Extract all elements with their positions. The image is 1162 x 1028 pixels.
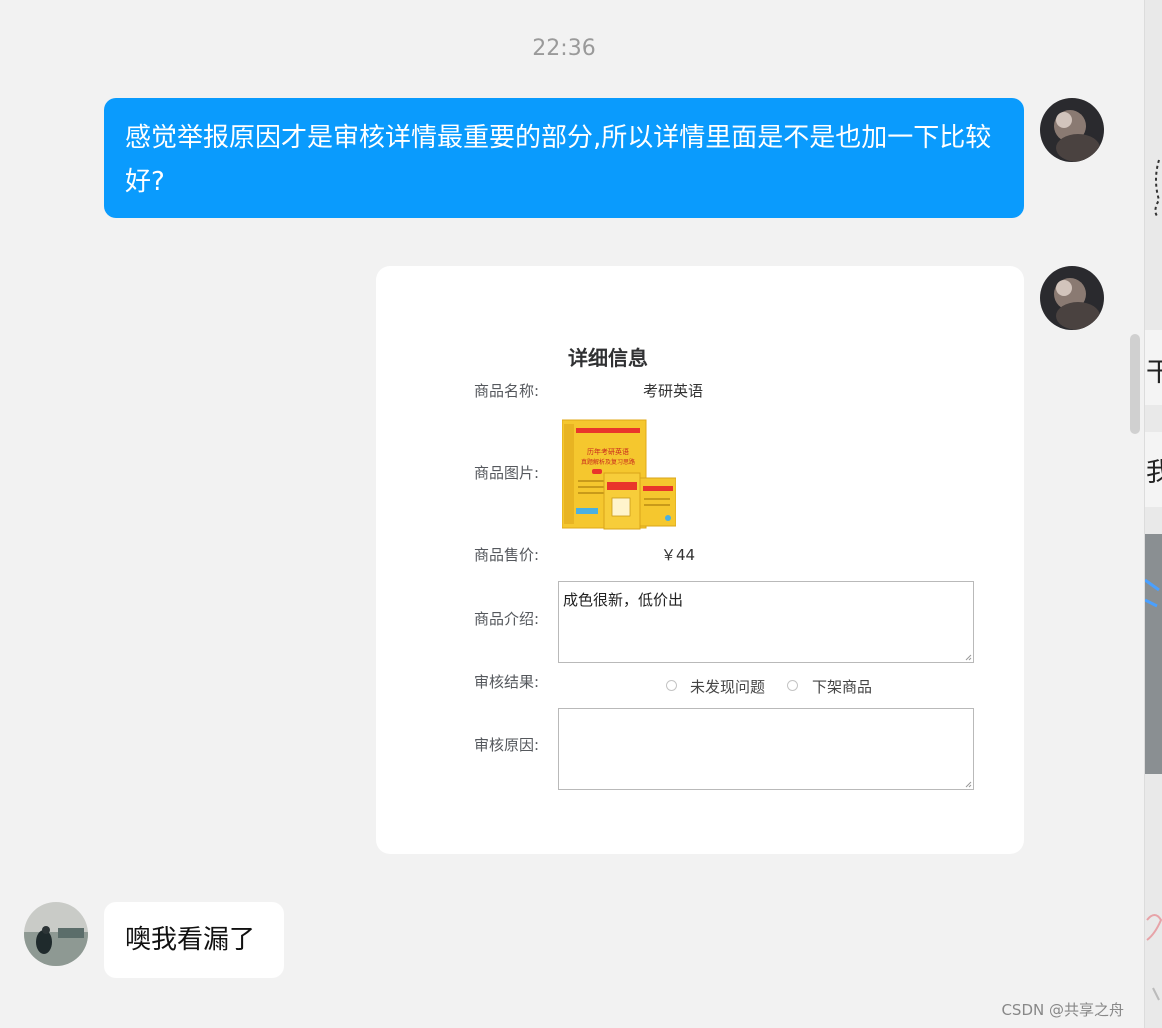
radio-no-issue-label: 未发现问题 — [690, 678, 766, 696]
book-title-line2: 真题解析及复习思路 — [581, 458, 635, 466]
resize-grip-icon — [965, 654, 972, 661]
product-price-label: 商品售价: — [474, 546, 540, 564]
scrollbar-thumb[interactable] — [1130, 334, 1140, 434]
product-image: 历年考研英语 真题解析及复习思路 — [561, 418, 677, 530]
product-intro-value: 成色很新，低价出 — [563, 591, 684, 609]
review-result-label: 审核结果: — [474, 673, 540, 691]
resize-grip-icon — [965, 781, 972, 788]
message-timestamp: 22:36 — [532, 36, 596, 61]
product-intro-label: 商品介绍: — [474, 610, 540, 628]
product-name-label: 商品名称: — [474, 382, 540, 400]
adjacent-panel-edge — [1144, 0, 1162, 1028]
chat-pane: 22:36 感觉举报原因才是审核详情最重要的部分,所以详情里面是不是也加一下比较… — [0, 0, 1144, 1028]
radio-no-issue — [666, 680, 677, 691]
incoming-message-text: 噢我看漏了 — [125, 925, 256, 955]
product-price-value: ￥44 — [661, 546, 696, 564]
detail-title: 详细信息 — [568, 346, 648, 370]
self-avatar[interactable] — [1040, 98, 1104, 162]
radio-take-down — [787, 680, 798, 691]
outgoing-message-text: 感觉举报原因才是审核详情最重要的部分,所以详情里面是不是也加一下比较好? — [125, 123, 992, 197]
adjacent-panel-graphics — [1145, 159, 1162, 1001]
outgoing-message-bubble[interactable]: 感觉举报原因才是审核详情最重要的部分,所以详情里面是不是也加一下比较好? — [104, 98, 1024, 218]
review-reason-textarea — [558, 708, 974, 790]
product-name-value: 考研英语 — [643, 382, 704, 400]
product-image-label: 商品图片: — [474, 464, 540, 482]
image-message[interactable]: 详细信息 商品名称: 考研英语 商品图片: 历年考研英语 真题解析及复习思路 商… — [376, 266, 1024, 854]
watermark: CSDN @共享之舟 — [1001, 1001, 1124, 1019]
adjacent-panel-text: 干 — [1146, 358, 1162, 388]
radio-take-down-label: 下架商品 — [812, 678, 873, 696]
self-avatar[interactable] — [1040, 266, 1104, 330]
incoming-message-bubble[interactable]: 噢我看漏了 — [104, 902, 284, 978]
book-title-line1: 历年考研英语 — [587, 447, 629, 456]
product-intro-textarea: 成色很新，低价出 — [558, 581, 974, 663]
review-reason-label: 审核原因: — [474, 736, 540, 754]
contact-avatar[interactable] — [24, 902, 88, 966]
adjacent-panel-text: 我 — [1146, 458, 1162, 488]
